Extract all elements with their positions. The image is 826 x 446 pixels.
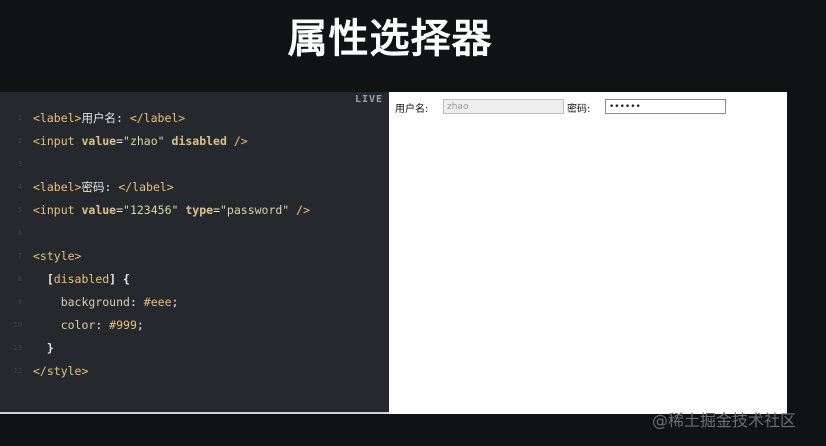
line-number: 5 [17, 206, 22, 214]
code-token: = [116, 134, 124, 148]
line-number: 11 [13, 344, 22, 352]
code-token: = [116, 203, 124, 217]
line-number: 4 [17, 183, 22, 191]
code-line: 10 color: #999; [0, 314, 389, 337]
code-line: 4 <label>密码: </label> [0, 176, 389, 199]
line-number: 8 [17, 275, 22, 283]
code-line: 7 <style> [0, 245, 389, 268]
line-number: 10 [13, 321, 22, 329]
username-label: 用户名: [395, 104, 429, 115]
code-token: /> [289, 203, 311, 217]
code-token: <style> [33, 249, 82, 263]
code-token: = [213, 203, 220, 217]
code-token: ; [171, 295, 179, 309]
live-badge: LIVE [355, 94, 384, 105]
code-text: [disabled] { [33, 268, 130, 291]
code-token: #eee [143, 295, 172, 309]
code-token: <input [33, 134, 82, 148]
line-number: 3 [17, 160, 22, 168]
code-token: ; [136, 318, 144, 332]
line-number: 12 [13, 367, 22, 375]
code-line: 5 <input value="123456" type="password" /… [0, 199, 389, 222]
code-token: </label> [129, 111, 186, 125]
code-token: </style> [33, 364, 89, 378]
code-token: 密码: [81, 180, 119, 194]
code-token: "zhao" [123, 134, 165, 148]
line-number: 2 [17, 137, 22, 145]
code-text: <label>用户名: </label> [33, 107, 185, 130]
line-number: 1 [17, 114, 22, 122]
slide-title: 属性选择器 [287, 16, 493, 62]
code-token: disabled [53, 272, 110, 286]
code-token: <label> [33, 180, 82, 194]
code-token: value [81, 203, 117, 217]
code-line: 2 <input value="zhao" disabled /> [0, 130, 389, 153]
line-number: 6 [17, 229, 22, 237]
code-token: disabled [171, 134, 227, 148]
code-token: /> [226, 134, 248, 148]
code-text: color: #999; [33, 314, 144, 337]
code-line: 8 [disabled] { [0, 268, 389, 291]
live-preview: 用户名: 密码: [389, 92, 787, 414]
code-token: color [33, 318, 96, 332]
code-line: 11 } [0, 337, 389, 360]
code-text: </style> [33, 360, 88, 383]
code-token: } [33, 341, 54, 355]
password-input[interactable] [605, 99, 726, 114]
code-token: : [129, 295, 144, 309]
code-line: 3 [0, 153, 389, 176]
code-token: type [185, 203, 214, 217]
code-token: background [33, 295, 130, 309]
username-input [443, 99, 564, 114]
code-token: value [81, 134, 117, 148]
code-text: <label>密码: </label> [33, 176, 174, 199]
code-text: } [33, 337, 54, 360]
code-token: 用户名: [81, 111, 130, 125]
code-token: : [95, 318, 110, 332]
code-token: <input [33, 203, 82, 217]
watermark: @稀土掘金技术社区 [652, 411, 797, 430]
code-line: 12 </style> [0, 360, 389, 383]
code-line: 9 background: #eee; [0, 291, 389, 314]
code-token: "123456" [123, 203, 179, 217]
code-text: <style> [33, 245, 81, 268]
line-number: 7 [17, 252, 22, 260]
code-lines: 1 <label>用户名: </label> 2 <input value="zhao… [0, 107, 389, 383]
code-text: <input value="zhao" disabled /> [33, 130, 248, 153]
code-text: <input value="123456" type="password" /> [33, 199, 310, 222]
line-number: 9 [17, 298, 22, 306]
code-line: 6 [0, 222, 389, 245]
code-token: </label> [118, 180, 174, 194]
editor-bottom-border [0, 412, 389, 414]
code-token: #999 [109, 318, 137, 332]
code-text: background: #eee; [33, 291, 179, 314]
code-token: <label> [33, 111, 82, 125]
code-line: 1 <label>用户名: </label> [0, 107, 389, 130]
code-token: [ [33, 272, 54, 286]
code-token: "password" [220, 203, 290, 217]
password-label: 密码: [567, 104, 591, 115]
code-token: ] { [109, 272, 130, 286]
